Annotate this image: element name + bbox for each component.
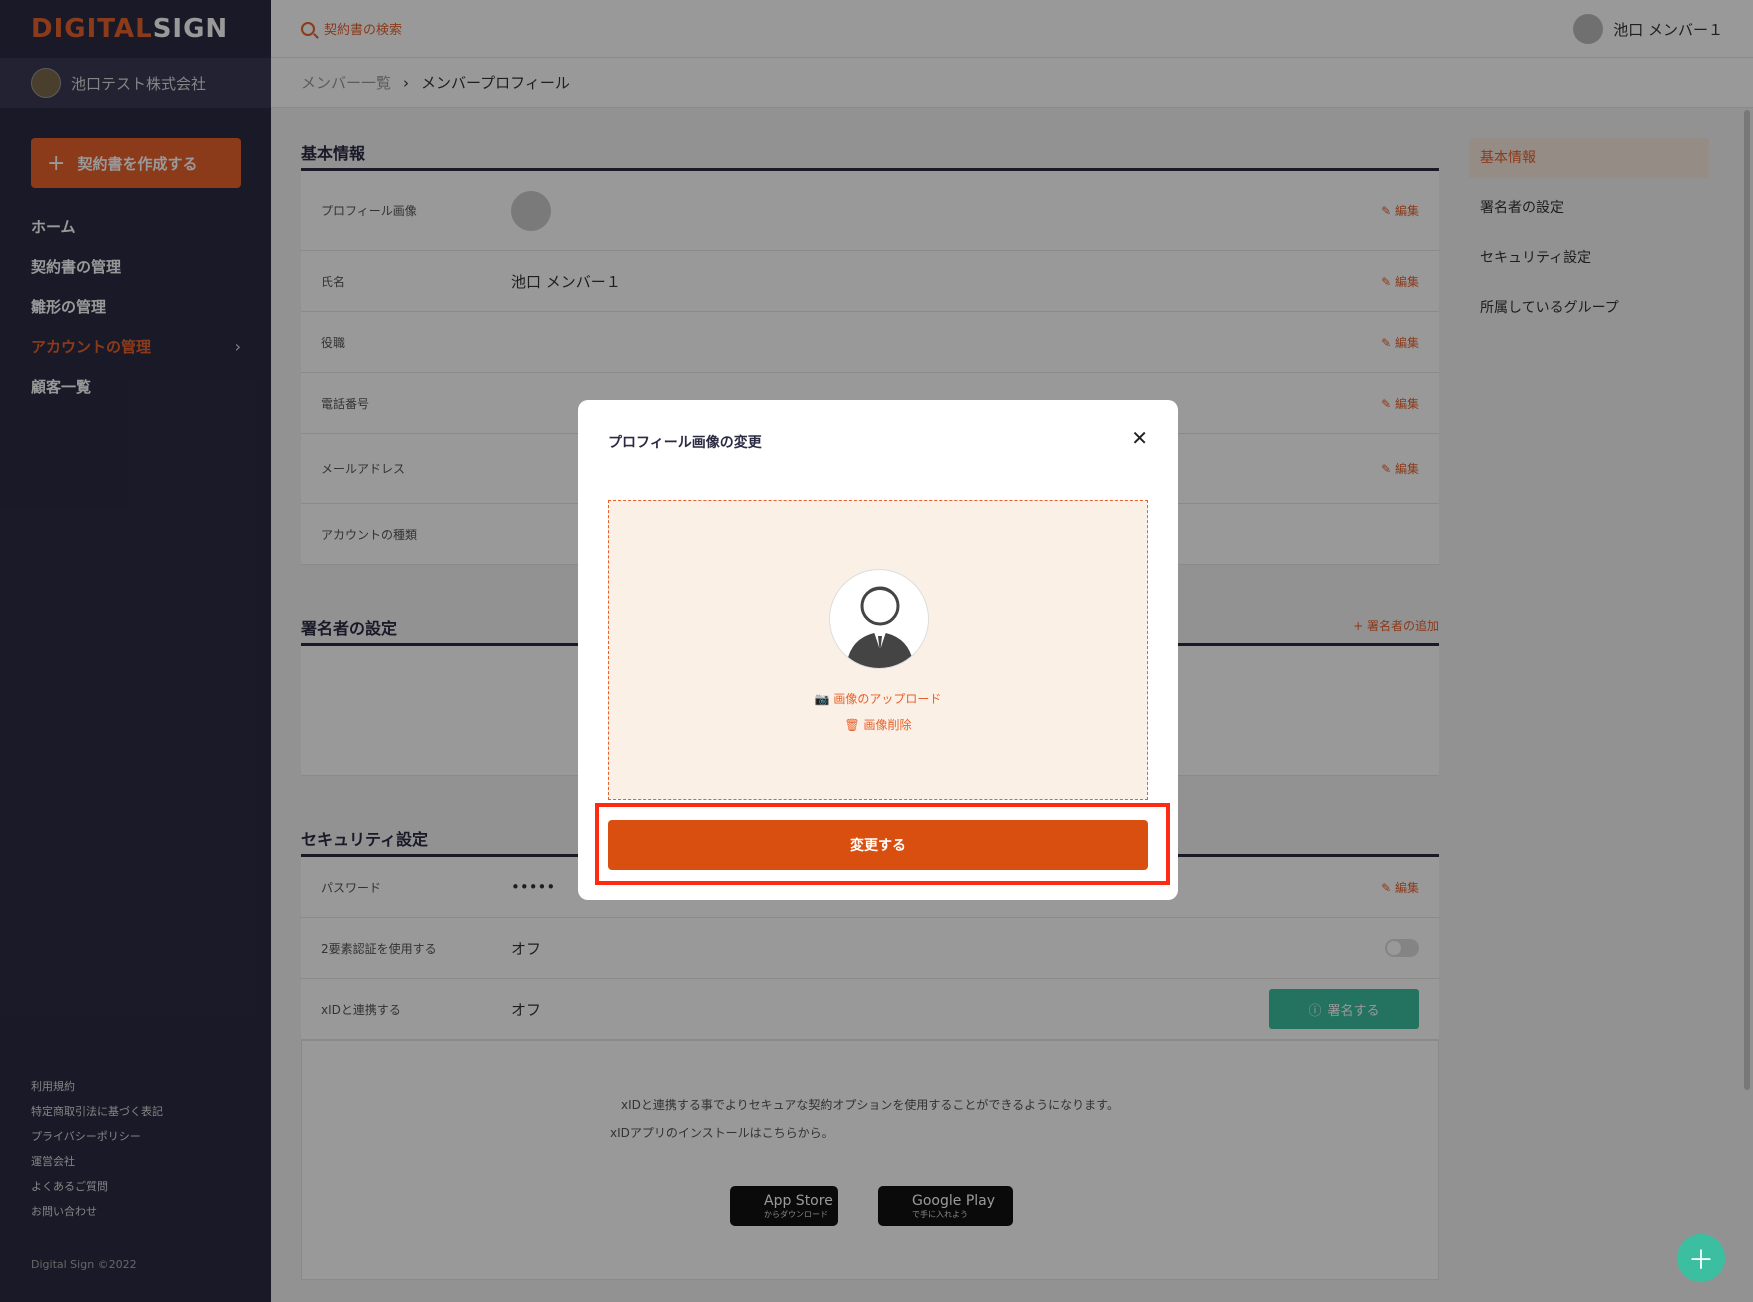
upload-image-button[interactable]: 📷 画像のアップロード (609, 690, 1147, 707)
image-drop-area[interactable]: 📷 画像のアップロード 🗑 画像削除 (608, 500, 1148, 800)
close-icon[interactable]: ✕ (1131, 426, 1148, 450)
avatar-placeholder-icon (829, 569, 929, 669)
upload-label: 画像のアップロード (833, 692, 942, 706)
highlight-box (595, 803, 1170, 885)
delete-label: 画像削除 (863, 718, 912, 732)
chat-button[interactable]: ＋ (1677, 1234, 1725, 1282)
delete-image-button[interactable]: 🗑 画像削除 (609, 716, 1147, 733)
trash-icon: 🗑 (844, 718, 860, 732)
chat-plus-icon: ＋ (1687, 1245, 1714, 1276)
camera-icon: 📷 (814, 692, 830, 706)
modal-title: プロフィール画像の変更 (608, 435, 762, 451)
